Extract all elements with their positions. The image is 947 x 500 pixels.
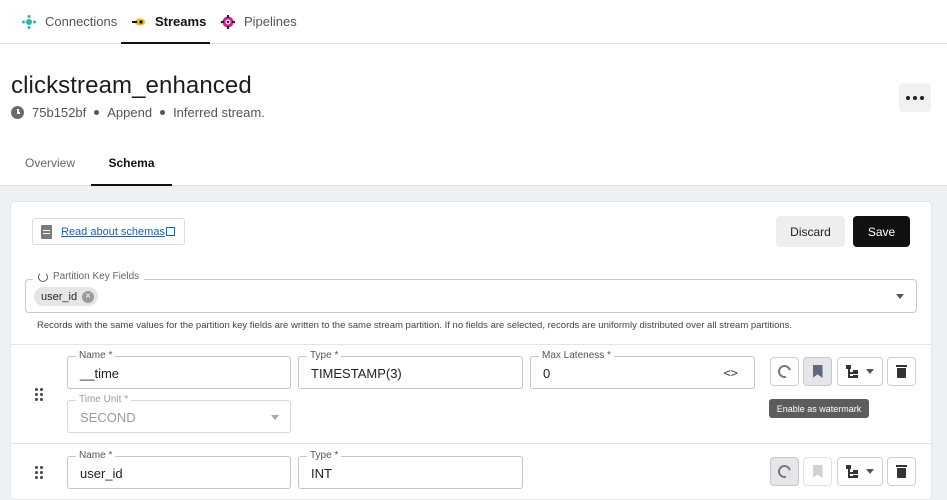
trash-icon <box>896 465 907 478</box>
page-title: clickstream_enhanced <box>11 72 252 99</box>
watermark-toggle-button[interactable] <box>803 357 832 386</box>
pipelines-icon <box>221 14 235 29</box>
separator-dot <box>160 110 166 115</box>
nav-tab-label: Pipelines <box>244 14 297 29</box>
partition-label-text: Partition Key Fields <box>53 271 140 282</box>
nav-tab-label: Connections <box>45 14 118 29</box>
trash-icon <box>896 365 907 378</box>
read-about-schemas-link[interactable]: Read about schemas <box>61 226 175 238</box>
loading-ring-icon <box>775 362 794 381</box>
more-dot-icon <box>913 95 917 100</box>
save-button[interactable]: Save <box>853 216 910 247</box>
read-about-schemas: Read about schemas <box>32 218 185 245</box>
loading-icon <box>38 271 48 282</box>
document-icon <box>41 224 52 239</box>
hierarchy-icon <box>846 365 859 378</box>
field-options-button[interactable] <box>770 457 799 486</box>
partition-label: Partition Key Fields <box>33 271 145 282</box>
bookmark-icon <box>812 465 823 478</box>
nav-tab-connections[interactable]: Connections <box>22 0 117 43</box>
row-divider <box>11 344 931 345</box>
stream-meta: 75b152bf Append Inferred stream. <box>11 105 265 120</box>
external-link-icon <box>165 226 175 236</box>
drag-handle-icon[interactable] <box>35 466 43 479</box>
chevron-down-icon <box>866 369 874 374</box>
bookmark-icon <box>812 365 823 378</box>
field-label: Type * <box>307 350 342 361</box>
chip-label: user_id <box>41 290 78 303</box>
delete-field-button[interactable] <box>887 357 916 386</box>
chevron-down-icon <box>896 294 904 299</box>
field-value: user_id <box>80 466 123 481</box>
nav-tab-pipelines[interactable]: Pipelines <box>221 0 297 43</box>
field-options-button[interactable] <box>770 357 799 386</box>
stream-id: 75b152bf <box>32 105 87 120</box>
code-icon[interactable]: <> <box>724 366 738 380</box>
partition-helper-text: Records with the same values for the par… <box>37 320 793 331</box>
more-dot-icon <box>906 95 910 100</box>
tab-overview[interactable]: Overview <box>20 141 80 185</box>
remove-chip-icon[interactable]: × <box>82 290 95 303</box>
chevron-down-icon <box>866 469 874 474</box>
streams-icon <box>132 15 146 29</box>
field-label: Type * <box>307 450 342 461</box>
drag-handle-icon[interactable] <box>35 388 43 401</box>
nav-tab-label: Streams <box>155 14 207 29</box>
separator-dot <box>94 110 100 115</box>
field-value: __time <box>80 366 120 381</box>
top-nav: Connections Streams Pipelines <box>0 0 947 44</box>
field-type-input[interactable]: Type * TIMESTAMP(3) <box>298 350 523 389</box>
field-name-input[interactable]: Name * __time <box>67 350 291 389</box>
delete-field-button[interactable] <box>887 457 916 486</box>
field-value: TIMESTAMP(3) <box>311 366 402 381</box>
more-options-button[interactable] <box>899 83 931 112</box>
field-label: Time Unit * <box>76 394 132 405</box>
stream-kind: Inferred stream. <box>173 105 265 120</box>
time-unit-select: Time Unit * SECOND <box>67 394 291 433</box>
field-hierarchy-menu[interactable] <box>837 457 883 486</box>
field-name-input[interactable]: Name * user_id <box>67 450 291 489</box>
watermark-tooltip: Enable as watermark <box>769 399 869 418</box>
hierarchy-icon <box>846 465 859 478</box>
field-value: SECOND <box>80 410 136 425</box>
tab-schema[interactable]: Schema <box>91 141 172 186</box>
watermark-toggle-button[interactable] <box>803 457 832 486</box>
more-dot-icon <box>920 95 924 100</box>
field-label: Name * <box>76 450 116 461</box>
max-lateness-input[interactable]: Max Lateness * 0 <> <box>530 350 755 389</box>
nav-tab-streams[interactable]: Streams <box>121 0 210 44</box>
row-divider <box>11 443 931 444</box>
read-link-label: Read about schemas <box>61 225 165 238</box>
field-value: 0 <box>543 366 551 381</box>
clock-icon <box>11 106 24 119</box>
loading-ring-icon <box>775 462 794 481</box>
field-label: Name * <box>76 350 116 361</box>
discard-button[interactable]: Discard <box>776 216 845 247</box>
chevron-down-icon <box>271 415 279 420</box>
partition-key-select[interactable]: user_id × <box>25 279 917 313</box>
stream-tabs: Overview Schema <box>0 141 947 186</box>
field-label: Max Lateness * <box>539 350 614 361</box>
partition-chip: user_id × <box>34 287 99 306</box>
field-hierarchy-menu[interactable] <box>837 357 883 386</box>
field-value: INT <box>311 466 332 481</box>
stream-mode: Append <box>107 105 153 120</box>
connections-icon <box>22 14 36 29</box>
field-type-input[interactable]: Type * INT <box>298 450 523 489</box>
